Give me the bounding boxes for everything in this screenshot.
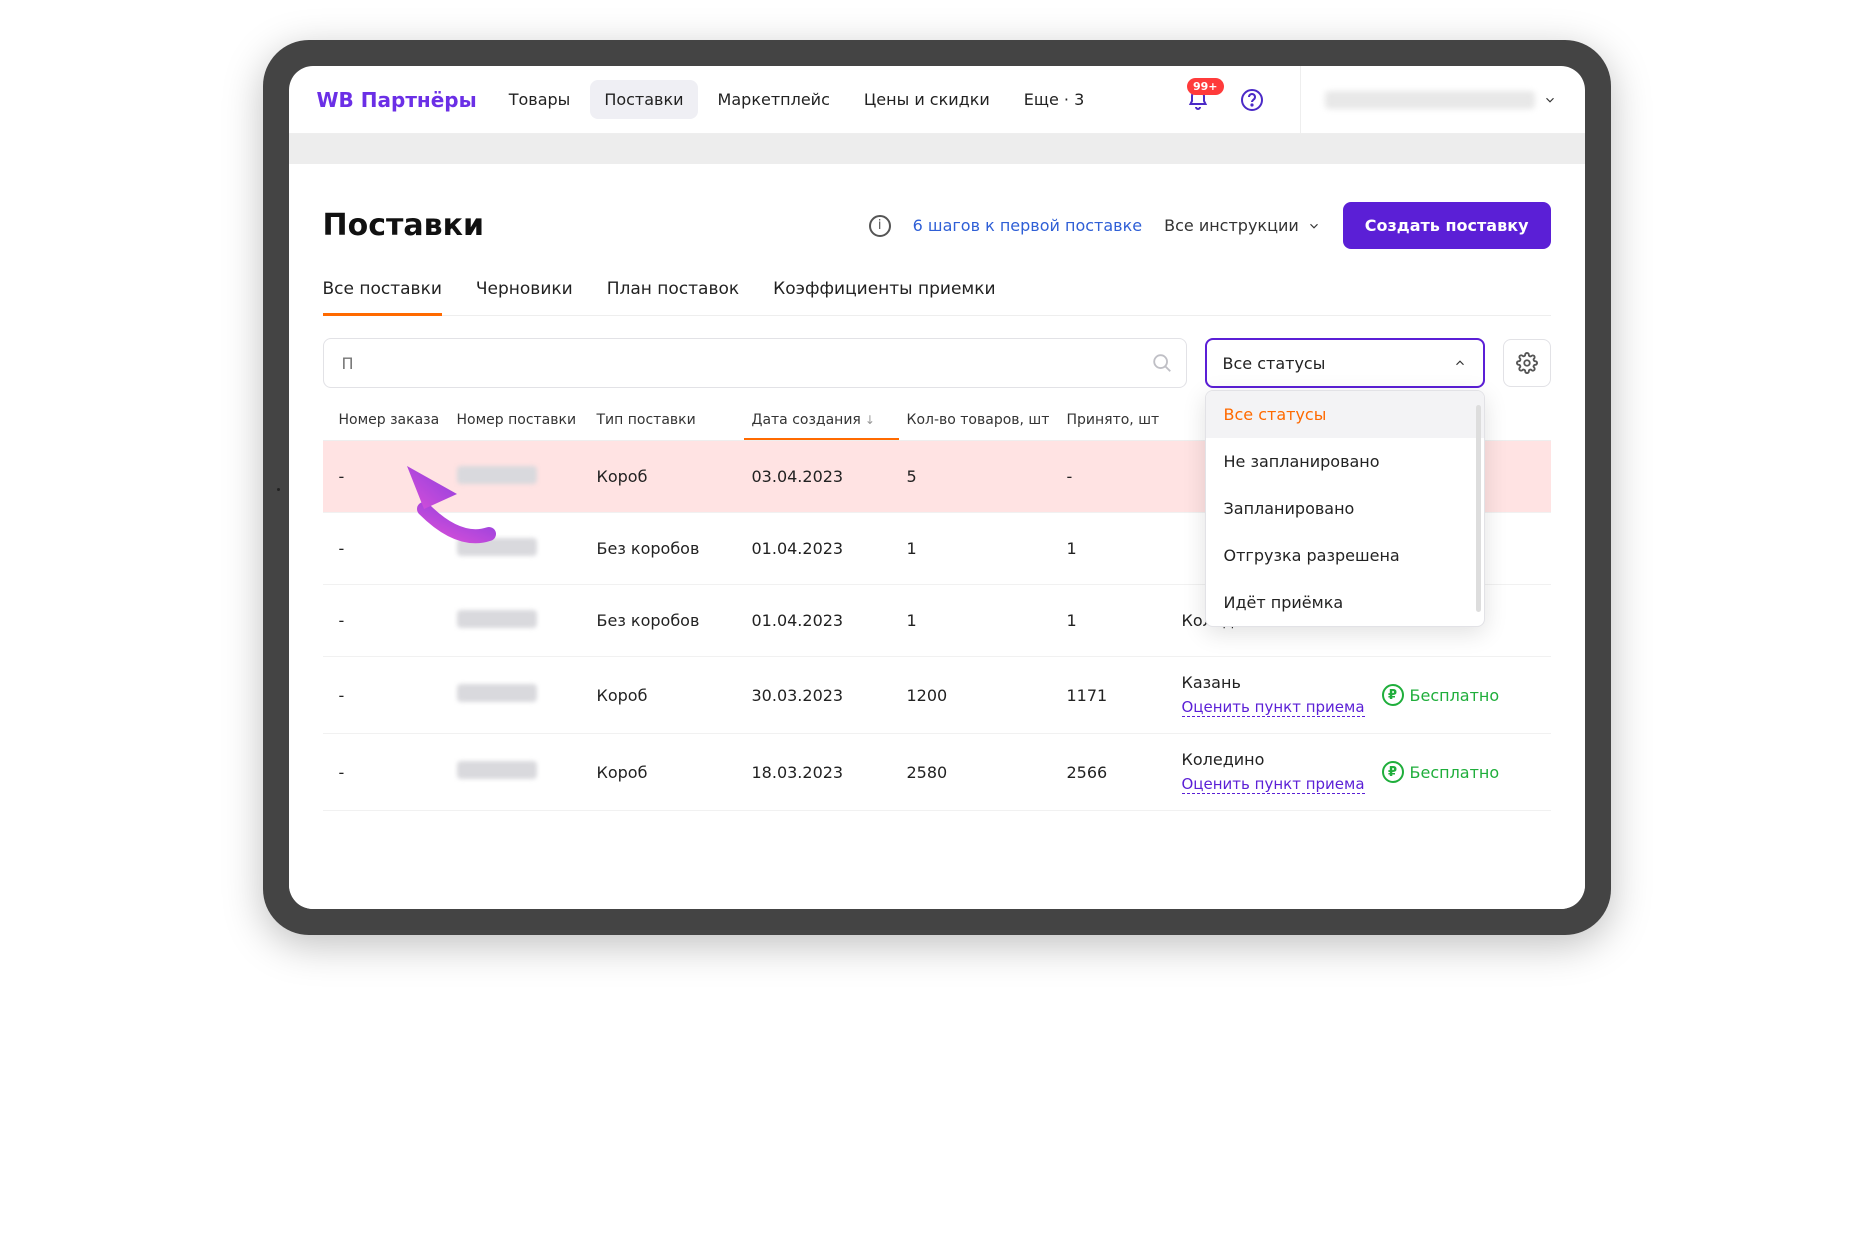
cell-dest: КолединоОценить пункт приема	[1174, 750, 1374, 794]
chevron-up-icon	[1453, 356, 1467, 370]
cell-date: 01.04.2023	[744, 611, 899, 630]
cell-date: 01.04.2023	[744, 539, 899, 558]
help-icon[interactable]	[1234, 82, 1270, 118]
status-option[interactable]: Отгрузка разрешена	[1206, 532, 1484, 579]
status-option[interactable]: Не запланировано	[1206, 438, 1484, 485]
cell-type: Без коробов	[589, 611, 744, 630]
cell-accepted: 1171	[1059, 686, 1174, 705]
cell-qty: 1200	[899, 686, 1059, 705]
logo[interactable]: WB Партнёры	[317, 88, 477, 112]
nav-item[interactable]: Цены и скидки	[850, 80, 1004, 119]
cell-date: 30.03.2023	[744, 686, 899, 705]
page-title: Поставки	[323, 208, 485, 243]
cell-date: 03.04.2023	[744, 467, 899, 486]
bell-icon[interactable]: 99+	[1180, 82, 1216, 118]
page-content: Поставки i 6 шагов к первой поставке Все…	[289, 164, 1585, 909]
cell-order: -	[331, 539, 449, 558]
ruble-icon: ₽	[1382, 684, 1404, 706]
nav-item[interactable]: Поставки	[590, 80, 697, 119]
status-option[interactable]: Запланировано	[1206, 485, 1484, 532]
cell-coef: ₽Бесплатно	[1374, 761, 1543, 783]
table-row[interactable]: - Короб18.03.202325802566КолединоОценить …	[323, 734, 1551, 811]
col-order[interactable]: Номер заказа	[331, 412, 449, 428]
ruble-icon: ₽	[1382, 761, 1404, 783]
cell-type: Короб	[589, 467, 744, 486]
search-box	[323, 338, 1187, 388]
top-bar: WB Партнёры ТоварыПоставкиМаркетплейсЦен…	[289, 66, 1585, 134]
cell-order: -	[331, 763, 449, 782]
cell-delivery	[449, 466, 589, 488]
nav-item[interactable]: Еще · 3	[1010, 80, 1098, 119]
gray-divider-bar	[289, 134, 1585, 164]
filter-row: Все статусы Все статусыНе запланированоЗ…	[323, 338, 1551, 388]
chevron-down-icon	[1307, 219, 1321, 233]
gear-icon	[1516, 352, 1538, 374]
cell-date: 18.03.2023	[744, 763, 899, 782]
sort-desc-icon: ↓	[865, 413, 875, 427]
screen: WB Партнёры ТоварыПоставкиМаркетплейсЦен…	[289, 66, 1585, 909]
user-menu[interactable]	[1300, 66, 1557, 133]
page-header: Поставки i 6 шагов к первой поставке Все…	[323, 202, 1551, 249]
search-icon	[1151, 352, 1173, 374]
rate-link[interactable]: Оценить пункт приема	[1182, 775, 1365, 794]
cell-type: Короб	[589, 686, 744, 705]
nav-item[interactable]: Товары	[495, 80, 585, 119]
cell-type: Без коробов	[589, 539, 744, 558]
steps-link[interactable]: 6 шагов к первой поставке	[913, 216, 1142, 235]
main-nav: ТоварыПоставкиМаркетплейсЦены и скидкиЕщ…	[495, 80, 1099, 119]
settings-button[interactable]	[1503, 339, 1551, 387]
instructions-label: Все инструкции	[1164, 216, 1299, 235]
cell-qty: 5	[899, 467, 1059, 486]
cell-accepted: -	[1059, 467, 1174, 486]
tab[interactable]: План поставок	[607, 279, 739, 315]
col-delivery[interactable]: Номер поставки	[449, 412, 589, 428]
tablet-frame: WB Партнёры ТоварыПоставкиМаркетплейсЦен…	[263, 40, 1611, 935]
cell-qty: 2580	[899, 763, 1059, 782]
nav-item[interactable]: Маркетплейс	[704, 80, 844, 119]
cell-type: Короб	[589, 763, 744, 782]
status-option[interactable]: Все статусы	[1206, 391, 1484, 438]
col-date[interactable]: Дата создания↓	[744, 412, 899, 428]
status-dropdown: Все статусыНе запланированоЗапланировано…	[1205, 390, 1485, 627]
tab[interactable]: Все поставки	[323, 279, 442, 315]
tabs: Все поставки Черновики План поставок Коэффи…	[323, 279, 1551, 316]
cell-delivery	[449, 684, 589, 706]
table-row[interactable]: - Короб30.03.202312001171КазаньОценить пу…	[323, 657, 1551, 734]
cell-delivery	[449, 538, 589, 560]
cell-order: -	[331, 611, 449, 630]
col-type[interactable]: Тип поставки	[589, 412, 744, 428]
col-accepted[interactable]: Принято, шт	[1059, 412, 1174, 428]
cell-order: -	[331, 686, 449, 705]
cell-qty: 1	[899, 539, 1059, 558]
cell-accepted: 1	[1059, 539, 1174, 558]
cell-delivery	[449, 761, 589, 783]
cell-delivery	[449, 610, 589, 632]
chevron-down-icon	[1543, 93, 1557, 107]
notification-badge: 99+	[1187, 78, 1224, 95]
tab[interactable]: Коэффициенты приемки	[773, 279, 995, 315]
tab[interactable]: Черновики	[476, 279, 573, 315]
cell-dest: КазаньОценить пункт приема	[1174, 673, 1374, 717]
cell-coef: ₽Бесплатно	[1374, 684, 1543, 706]
status-filter-select[interactable]: Все статусы Все статусыНе запланированоЗ…	[1205, 338, 1485, 388]
info-icon: i	[869, 215, 891, 237]
cell-accepted: 1	[1059, 611, 1174, 630]
search-input[interactable]	[323, 338, 1187, 388]
cell-accepted: 2566	[1059, 763, 1174, 782]
create-delivery-button[interactable]: Создать поставку	[1343, 202, 1551, 249]
user-name-blurred	[1325, 91, 1535, 109]
cell-qty: 1	[899, 611, 1059, 630]
status-filter-label: Все статусы	[1223, 354, 1326, 373]
status-option[interactable]: Идёт приёмка	[1206, 579, 1484, 626]
dropdown-scrollbar[interactable]	[1476, 405, 1481, 612]
cell-order: -	[331, 467, 449, 486]
instructions-dropdown[interactable]: Все инструкции	[1164, 216, 1321, 235]
rate-link[interactable]: Оценить пункт приема	[1182, 698, 1365, 717]
col-qty[interactable]: Кол-во товаров, шт	[899, 412, 1059, 428]
